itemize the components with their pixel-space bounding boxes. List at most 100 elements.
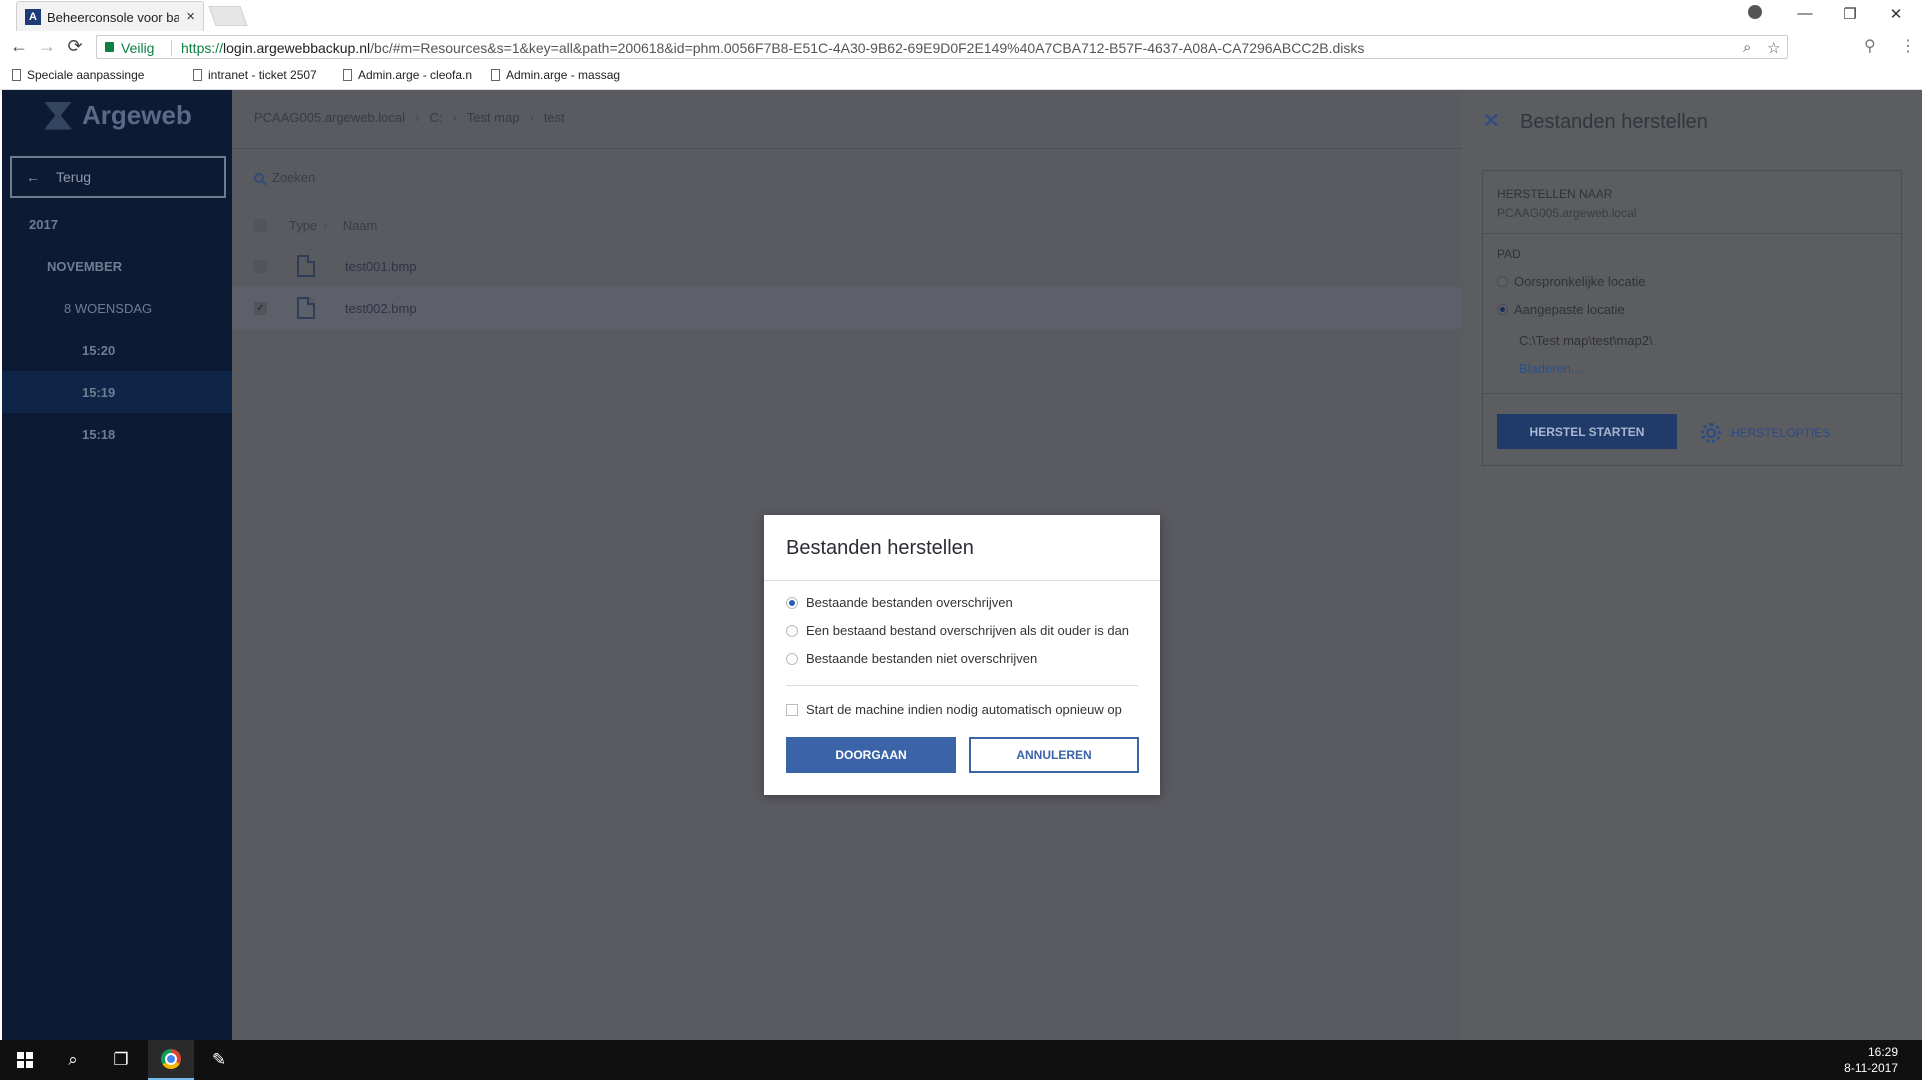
restore-icon[interactable]: ❐ bbox=[1840, 5, 1860, 23]
url-path: /bc/#m=Resources&s=1&key=all&path=200618… bbox=[370, 40, 1365, 56]
sidebar-item-year[interactable]: 2017 bbox=[2, 203, 232, 245]
bookmarks-bar: Speciale aanpassinge intranet - ticket 2… bbox=[0, 63, 1922, 90]
bookmark-item[interactable]: Admin.arge - cleofa.n bbox=[343, 68, 472, 82]
sidebar-item-time[interactable]: 15:18 bbox=[2, 413, 232, 455]
restore-options-button[interactable]: HERSTELOPTIES bbox=[1701, 423, 1830, 443]
table-row[interactable]: test001.bmp bbox=[232, 245, 1462, 287]
gear-icon bbox=[1701, 423, 1721, 443]
page-icon bbox=[343, 69, 352, 81]
search-placeholder: Zoeken bbox=[272, 170, 316, 185]
breadcrumb-item[interactable]: PCAAG005.argeweb.local bbox=[254, 110, 405, 125]
tab-close-icon[interactable]: × bbox=[186, 8, 195, 25]
url-text: https://login.argewebbackup.nl/bc/#m=Res… bbox=[181, 40, 1364, 56]
continue-button[interactable]: DOORGAAN bbox=[786, 737, 956, 773]
page-icon bbox=[193, 69, 202, 81]
radio-original-location[interactable]: Oorspronkelijke locatie bbox=[1497, 274, 1646, 289]
clock-time: 16:29 bbox=[1867, 1045, 1898, 1059]
bookmark-item[interactable]: Speciale aanpassinge bbox=[12, 68, 144, 82]
lock-icon bbox=[105, 42, 114, 52]
reload-icon[interactable]: ⟳ bbox=[64, 36, 86, 57]
close-icon[interactable]: ✕ bbox=[1482, 108, 1500, 134]
task-view-icon[interactable]: ❐ bbox=[98, 1040, 144, 1080]
app-logo: Argeweb bbox=[44, 100, 192, 131]
zoom-icon[interactable]: ⌕ bbox=[1743, 39, 1751, 56]
breadcrumb-item[interactable]: Test map bbox=[467, 110, 520, 125]
omnibox-divider bbox=[171, 40, 172, 56]
system-clock[interactable]: 16:29 8-11-2017 bbox=[1844, 1044, 1898, 1076]
breadcrumb-separator-icon: › bbox=[529, 110, 534, 125]
restart-label: Start de machine indien nodig automatisc… bbox=[806, 702, 1122, 717]
table-header: Type ↑ Naam bbox=[254, 218, 377, 233]
row-checkbox[interactable] bbox=[254, 259, 267, 273]
column-type[interactable]: Type bbox=[289, 218, 317, 233]
extension-icon[interactable]: ⚲ bbox=[1864, 36, 1876, 56]
radio-custom-location[interactable]: Aangepaste locatie bbox=[1497, 302, 1625, 317]
option-label: Bestaande bestanden overschrijven bbox=[806, 595, 1013, 610]
breadcrumb-item[interactable]: C: bbox=[429, 110, 442, 125]
radio-button-selected[interactable] bbox=[786, 596, 798, 609]
sidebar-item-month[interactable]: NOVEMBER bbox=[2, 245, 232, 287]
option-do-not-overwrite[interactable]: Bestaande bestanden niet overschrijven bbox=[786, 651, 1037, 666]
tab-title: Beheerconsole voor back bbox=[47, 10, 179, 25]
restore-to-label: HERSTELLEN NAAR bbox=[1497, 187, 1613, 201]
sidebar-item-time-active[interactable]: 15:19 bbox=[2, 371, 232, 413]
option-overwrite-existing[interactable]: Bestaande bestanden overschrijven bbox=[786, 595, 1013, 610]
chrome-taskbar-button[interactable] bbox=[148, 1040, 194, 1080]
sidebar-item-label: 2017 bbox=[29, 216, 58, 232]
sidebar-item-label: NOVEMBER bbox=[47, 258, 123, 274]
radio-button[interactable] bbox=[786, 624, 798, 637]
breadcrumb: PCAAG005.argeweb.local › C: › Test map ›… bbox=[254, 110, 565, 125]
minimize-icon[interactable]: — bbox=[1795, 5, 1815, 22]
start-restore-button[interactable]: HERSTEL STARTEN bbox=[1497, 414, 1677, 449]
select-all-checkbox[interactable] bbox=[254, 219, 267, 232]
radio-button[interactable] bbox=[1497, 276, 1508, 287]
cancel-button[interactable]: ANNULEREN bbox=[969, 737, 1139, 773]
bookmark-label: intranet - ticket 2507 bbox=[208, 68, 317, 82]
path-label: PAD bbox=[1497, 247, 1521, 261]
forward-icon[interactable]: → bbox=[36, 36, 58, 57]
browse-link[interactable]: Bladeren... bbox=[1519, 361, 1582, 376]
back-icon[interactable]: ← bbox=[8, 36, 30, 57]
browser-tab[interactable]: A Beheerconsole voor back × bbox=[16, 1, 204, 31]
bookmark-label: Speciale aanpassinge bbox=[27, 68, 145, 82]
close-icon[interactable]: ✕ bbox=[1886, 5, 1906, 23]
url-input[interactable]: Veilig https://login.argewebbackup.nl/bc… bbox=[96, 35, 1788, 59]
sidebar-item-label: 15:20 bbox=[82, 342, 116, 358]
panel-divider bbox=[1483, 233, 1901, 234]
restore-panel: ✕ Bestanden herstellen HERSTELLEN NAAR P… bbox=[1462, 90, 1922, 1040]
new-tab-button[interactable] bbox=[208, 6, 248, 26]
chrome-icon bbox=[161, 1049, 181, 1069]
row-checkbox-checked[interactable]: ✓ bbox=[254, 301, 267, 315]
browser-tabstrip: A Beheerconsole voor back × — ❐ ✕ bbox=[0, 0, 1922, 31]
restart-checkbox[interactable] bbox=[786, 703, 798, 716]
restore-dialog: Bestanden herstellen Bestaande bestanden… bbox=[764, 515, 1160, 795]
breadcrumb-separator-icon: › bbox=[415, 110, 420, 125]
file-name: test001.bmp bbox=[345, 258, 417, 274]
table-row-selected[interactable]: ✓ test002.bmp bbox=[232, 287, 1462, 329]
search-input[interactable]: Zoeken bbox=[254, 170, 315, 185]
paint-taskbar-button[interactable]: ✎ bbox=[196, 1040, 242, 1080]
bookmark-item[interactable]: intranet - ticket 2507 bbox=[193, 68, 317, 82]
taskbar-search-icon[interactable]: ⌕ bbox=[50, 1040, 96, 1080]
panel-divider bbox=[1483, 393, 1901, 394]
page-icon bbox=[491, 69, 500, 81]
bookmark-item[interactable]: Admin.arge - massag bbox=[491, 68, 620, 82]
star-icon[interactable]: ☆ bbox=[1767, 39, 1780, 57]
panel-title: Bestanden herstellen bbox=[1520, 111, 1708, 133]
option-overwrite-if-older[interactable]: Een bestaand bestand overschrijven als d… bbox=[786, 623, 1129, 638]
sidebar-item-day[interactable]: 8 WOENSDAG bbox=[2, 287, 232, 329]
taskbar: ⌕ ❐ ✎ 16:29 8-11-2017 bbox=[0, 1040, 1922, 1080]
start-button[interactable] bbox=[2, 1040, 48, 1080]
breadcrumb-item-current: test bbox=[543, 110, 565, 125]
radio-button[interactable] bbox=[786, 652, 798, 665]
radio-button-selected[interactable] bbox=[1497, 304, 1508, 315]
sidebar-item-time[interactable]: 15:20 bbox=[2, 329, 232, 371]
back-button[interactable]: ← Terug bbox=[10, 156, 226, 198]
radio-label: Oorspronkelijke locatie bbox=[1514, 274, 1646, 289]
column-name[interactable]: Naam bbox=[343, 218, 378, 233]
profile-icon[interactable] bbox=[1748, 5, 1762, 19]
menu-icon[interactable]: ⋮ bbox=[1900, 36, 1916, 56]
address-bar-row: ← → ⟳ Veilig https://login.argewebbackup… bbox=[0, 31, 1922, 63]
restart-machine-option[interactable]: Start de machine indien nodig automatisc… bbox=[786, 702, 1122, 717]
windows-logo-icon bbox=[17, 1052, 33, 1068]
